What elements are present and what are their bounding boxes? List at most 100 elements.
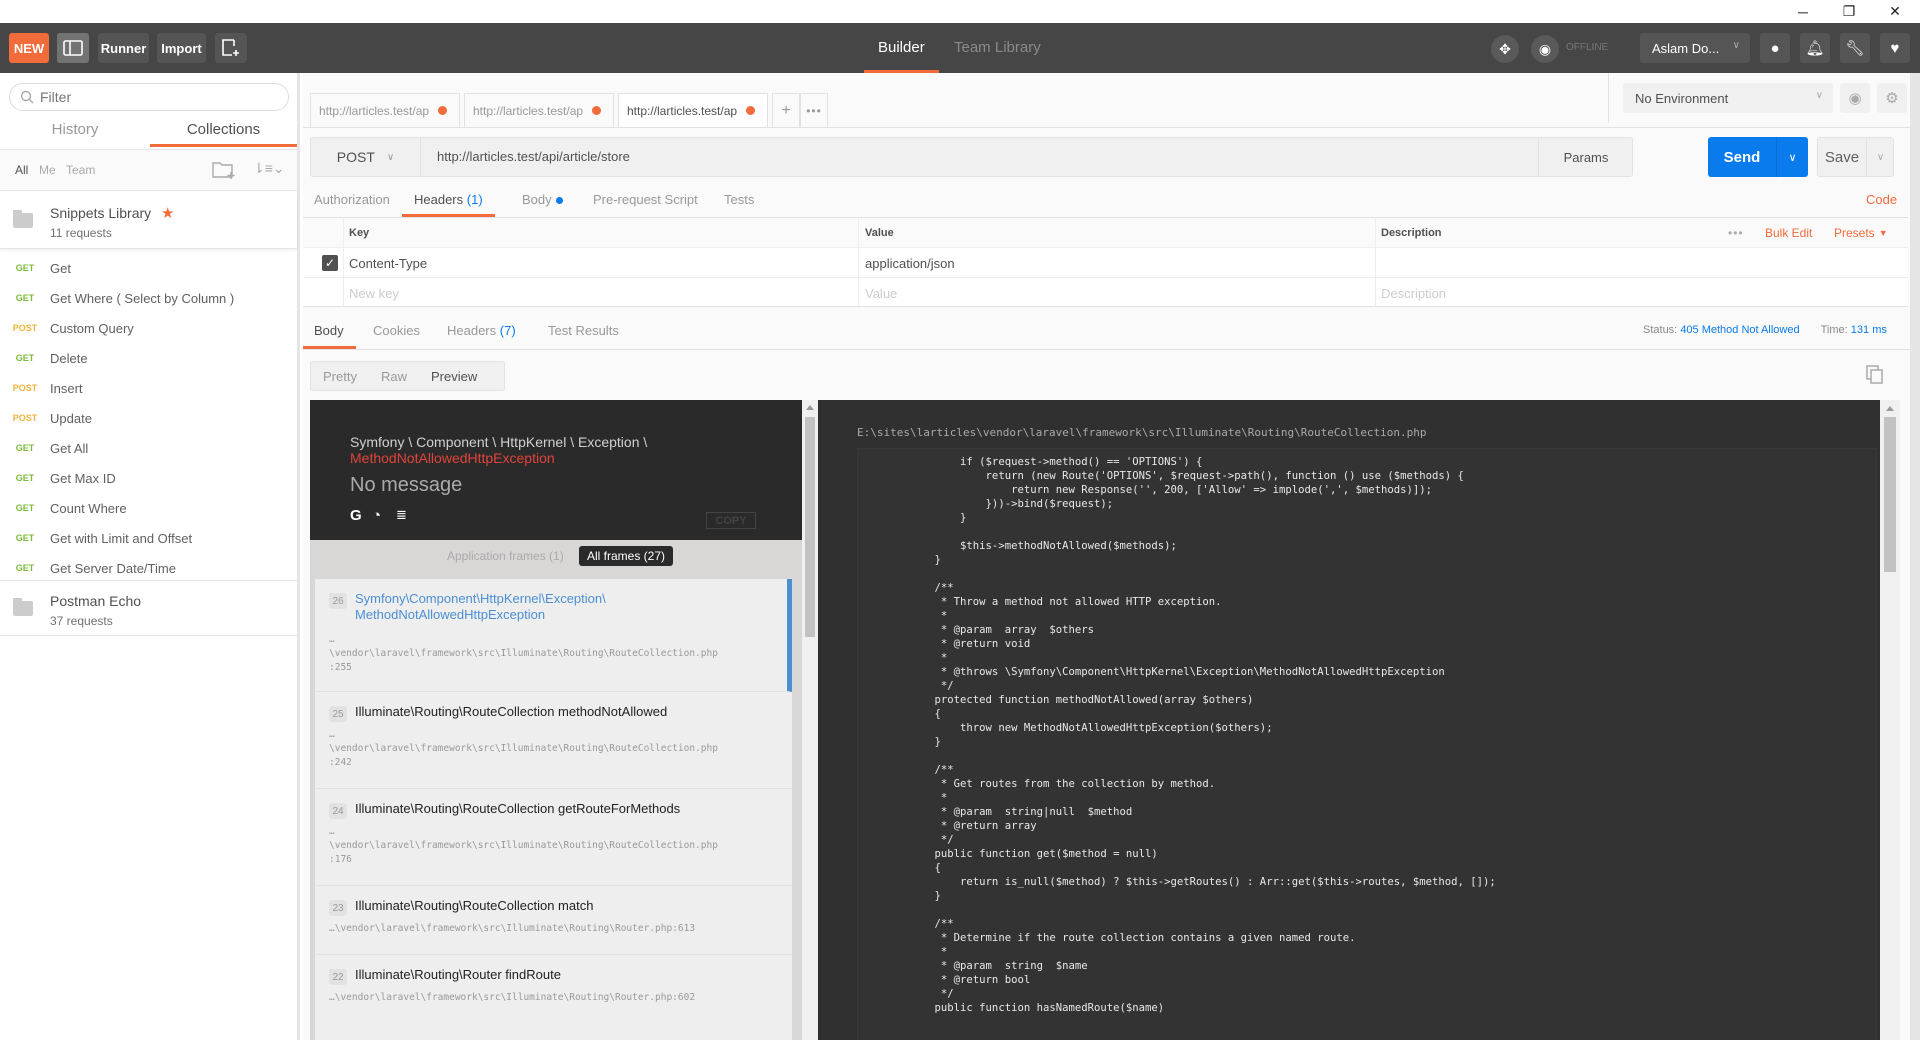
params-button[interactable]: Params <box>1538 138 1633 176</box>
sort-icon[interactable]: ⇂≡⌄ <box>253 160 285 177</box>
new-window-icon <box>222 39 239 56</box>
request-item[interactable]: POST Custom Query <box>0 313 297 343</box>
new-button[interactable]: NEW <box>9 33 49 63</box>
code-scrollbar[interactable] <box>1880 400 1900 1040</box>
frames-scrollbar[interactable] <box>802 400 818 1040</box>
collection-snippets-library[interactable]: Snippets Library ★ 11 requests <box>0 193 297 249</box>
tab-body[interactable]: Body <box>522 187 563 217</box>
chevron-down-icon[interactable]: ∨ <box>1866 138 1894 176</box>
environment-quick-look-button[interactable]: ◉ <box>1840 83 1870 113</box>
scroll-up-icon[interactable] <box>806 405 814 410</box>
main-scrollbar[interactable] <box>1910 73 1920 1040</box>
minimize-button[interactable]: ─ <box>1780 0 1826 23</box>
manage-environments-button[interactable]: ⚙ <box>1877 83 1907 113</box>
stack-frame[interactable]: 26 Symfony\Component\HttpKernel\Exception… <box>315 579 792 692</box>
new-description-input[interactable]: Description <box>1381 278 1446 308</box>
new-key-input[interactable]: New key <box>349 278 399 308</box>
star-icon[interactable]: ★ <box>161 204 174 222</box>
request-item[interactable]: GET Count Where <box>0 493 297 523</box>
duckduckgo-search-icon[interactable]: ◔ <box>372 507 381 524</box>
environment-select[interactable]: No Environment ∨ <box>1623 83 1833 113</box>
stack-frame[interactable]: 24 Illuminate\Routing\RouteCollection get… <box>315 789 792 886</box>
settings-button[interactable]: 🔧︎ <box>1840 33 1870 63</box>
globe-button[interactable]: ● <box>1760 33 1790 63</box>
scroll-thumb[interactable] <box>805 417 815 637</box>
app-header: NEW Runner Import Builder Team Library ✥… <box>0 23 1920 73</box>
new-tab-button[interactable]: + <box>772 93 800 127</box>
collection-postman-echo[interactable]: Postman Echo 37 requests <box>0 580 297 636</box>
response-tab-body[interactable]: Body <box>303 317 356 349</box>
stack-frame[interactable]: 25 Illuminate\Routing\RouteCollection met… <box>315 692 792 789</box>
runner-button[interactable]: Runner <box>98 33 149 63</box>
scroll-thumb[interactable] <box>1884 417 1896 572</box>
tab-pre-request-script[interactable]: Pre-request Script <box>593 187 698 217</box>
new-window-button[interactable] <box>215 33 247 63</box>
all-frames-tab[interactable]: All frames (27) <box>579 546 674 566</box>
google-search-icon[interactable]: G <box>350 507 362 524</box>
view-pretty[interactable]: Pretty <box>311 369 369 384</box>
header-key[interactable]: Content-Type <box>349 248 427 278</box>
more-icon[interactable]: ••• <box>1728 218 1744 248</box>
request-tab[interactable]: http://larticles.test/ap <box>464 93 614 127</box>
tab-authorization[interactable]: Authorization <box>314 187 390 217</box>
restore-button[interactable]: ❐ <box>1826 0 1872 23</box>
request-item[interactable]: GET Get with Limit and Offset <box>0 523 297 553</box>
main-panel: http://larticles.test/ap http://larticle… <box>303 73 1920 1040</box>
scroll-up-icon[interactable] <box>1886 406 1894 411</box>
method-select[interactable]: POST ∨ <box>311 138 421 176</box>
request-item[interactable]: POST Insert <box>0 373 297 403</box>
import-button[interactable]: Import <box>157 33 206 63</box>
response-tab-cookies[interactable]: Cookies <box>373 317 420 349</box>
bulk-edit-button[interactable]: Bulk Edit <box>1765 218 1812 248</box>
sync-button[interactable]: ◉ <box>1531 35 1559 63</box>
request-item[interactable]: GET Get <box>0 253 297 283</box>
close-button[interactable]: ✕ <box>1872 0 1918 23</box>
tab-collections[interactable]: Collections <box>150 117 297 147</box>
tab-builder[interactable]: Builder <box>864 23 939 73</box>
interceptor-button[interactable]: ✥ <box>1491 35 1519 63</box>
toggle-sidebar-button[interactable] <box>57 33 89 63</box>
heart-button[interactable]: ♥ <box>1880 33 1910 63</box>
code-link[interactable]: Code <box>1866 192 1897 207</box>
url-input[interactable]: http://larticles.test/api/article/store <box>437 149 630 164</box>
request-item[interactable]: GET Get Where ( Select by Column ) <box>0 283 297 313</box>
header-enabled-checkbox[interactable]: ✓ <box>322 255 338 271</box>
tab-options-button[interactable]: ••• <box>800 93 828 127</box>
request-item[interactable]: GET Delete <box>0 343 297 373</box>
filter-field[interactable] <box>9 83 289 111</box>
send-button[interactable]: Send ∨ <box>1708 137 1808 177</box>
notifications-button[interactable]: 🔔︎ <box>1800 33 1830 63</box>
stackoverflow-search-icon[interactable]: ≣ <box>396 507 407 523</box>
request-tab-active[interactable]: http://larticles.test/ap <box>618 93 768 128</box>
window-titlebar: ─ ❐ ✕ <box>0 0 1920 23</box>
application-frames-tab[interactable]: Application frames (1) <box>447 549 564 563</box>
new-collection-icon[interactable] <box>212 160 236 180</box>
copy-button[interactable]: COPY <box>706 512 756 529</box>
response-tab-test-results[interactable]: Test Results <box>548 317 619 349</box>
new-value-input[interactable]: Value <box>865 278 897 308</box>
chevron-down-icon[interactable]: ∨ <box>1776 137 1808 177</box>
user-menu[interactable]: Aslam Do... ∨ <box>1640 33 1750 63</box>
tab-team-library[interactable]: Team Library <box>954 23 1041 73</box>
response-tab-headers[interactable]: Headers (7) <box>447 317 516 349</box>
presets-button[interactable]: Presets ▼ <box>1834 218 1888 248</box>
request-item[interactable]: GET Get All <box>0 433 297 463</box>
tab-headers[interactable]: Headers (1) <box>402 187 495 217</box>
view-raw[interactable]: Raw <box>369 369 419 384</box>
request-item[interactable]: GET Get Server Date/Time <box>0 553 297 583</box>
request-item[interactable]: GET Get Max ID <box>0 463 297 493</box>
request-tab[interactable]: http://larticles.test/ap <box>310 93 460 127</box>
save-button[interactable]: Save ∨ <box>1817 137 1894 177</box>
filter-input[interactable] <box>40 89 260 105</box>
filter-team[interactable]: Team <box>66 163 95 177</box>
stack-frame[interactable]: 23 Illuminate\Routing\RouteCollection mat… <box>315 886 792 955</box>
filter-all[interactable]: All <box>15 163 28 177</box>
tab-tests[interactable]: Tests <box>724 187 754 217</box>
filter-me[interactable]: Me <box>39 163 56 177</box>
view-preview[interactable]: Preview <box>419 369 489 384</box>
copy-icon[interactable] <box>1866 365 1884 385</box>
tab-history[interactable]: History <box>0 117 150 147</box>
header-value[interactable]: application/json <box>865 248 955 278</box>
stack-frame[interactable]: 22 Illuminate\Routing\Router findRoute …\v… <box>315 955 792 1040</box>
request-item[interactable]: POST Update <box>0 403 297 433</box>
